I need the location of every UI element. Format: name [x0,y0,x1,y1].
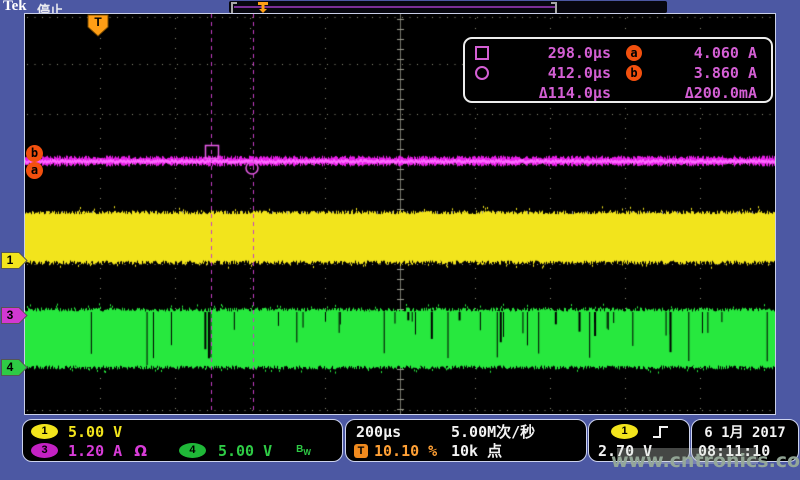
date-value: 6 1月 2017 [704,422,785,442]
cursor-delta-time: Δ114.0µs [499,84,611,102]
ch4-zero-marker-label: 4 [7,360,14,374]
cursor-delta-value: Δ200.0mA [657,84,757,102]
trigger-position-percent: 10.10 % [374,442,437,460]
record-waveform-line [234,6,556,8]
cursor-b-value: 3.860 A [657,64,757,82]
ch4-zero-marker[interactable]: 4 [1,359,28,376]
record-view-strip [229,1,667,13]
cursor-a-level-marker: a [26,162,43,179]
ch4-badge[interactable]: 4 [179,443,206,458]
trigger-marker-letter: T [94,15,102,29]
watermark: www.cntronics.com [611,450,800,472]
trigger-source-badge[interactable]: 1 [611,424,638,439]
cursor1-time: 298.0µs [499,44,611,62]
timebase-value: 200µs [356,423,401,441]
cursor2-time: 412.0µs [499,64,611,82]
cursor-b-level-marker: b [26,145,43,162]
cursor-a-badge: a [626,45,642,61]
cursor1-square-symbol [475,46,489,60]
ch1-zero-marker[interactable]: 1 [1,252,28,269]
ch3-zero-marker[interactable]: 3 [1,307,28,324]
ch3-badge[interactable]: 3 [31,443,58,458]
record-length: 10k 点 [451,440,502,461]
ch1-zero-marker-label: 1 [7,253,14,267]
tek-logo: Tek [3,0,27,15]
ch3-zero-marker-label: 3 [7,308,14,322]
trigger-position-badge: T [354,444,368,458]
record-trigger-marker-icon [257,1,269,13]
cursor2-circle-symbol [475,66,489,80]
trigger-slope-rising-icon [652,424,669,440]
ch1-scale: 5.00 V [68,423,122,441]
cursor-b-badge: b [626,65,642,81]
ch4-bandwidth-icon: BW [296,444,311,457]
channel-scale-panel[interactable]: 1 5.00 V 3 1.20 A Ω 4 5.00 V BW [22,419,343,462]
cursor-readout-panel[interactable]: 298.0µs a 4.060 A 412.0µs b 3.860 A Δ114… [463,37,773,103]
ch3-coupling-ohm: Ω [134,442,147,460]
sample-rate: 5.00M次/秒 [451,421,535,442]
oscilloscope-screenshot: { "titlebar": { "brand": "Tek", "status"… [0,0,800,480]
cursor-a-value: 4.060 A [657,44,757,62]
ch1-badge[interactable]: 1 [31,424,58,439]
ch3-scale: 1.20 A [68,442,122,460]
trigger-position-marker[interactable]: T [87,14,109,37]
ch4-scale: 5.00 V [218,442,272,460]
horizontal-acquisition-panel[interactable]: 200µs 5.00M次/秒 T 10.10 % 10k 点 [345,419,587,462]
